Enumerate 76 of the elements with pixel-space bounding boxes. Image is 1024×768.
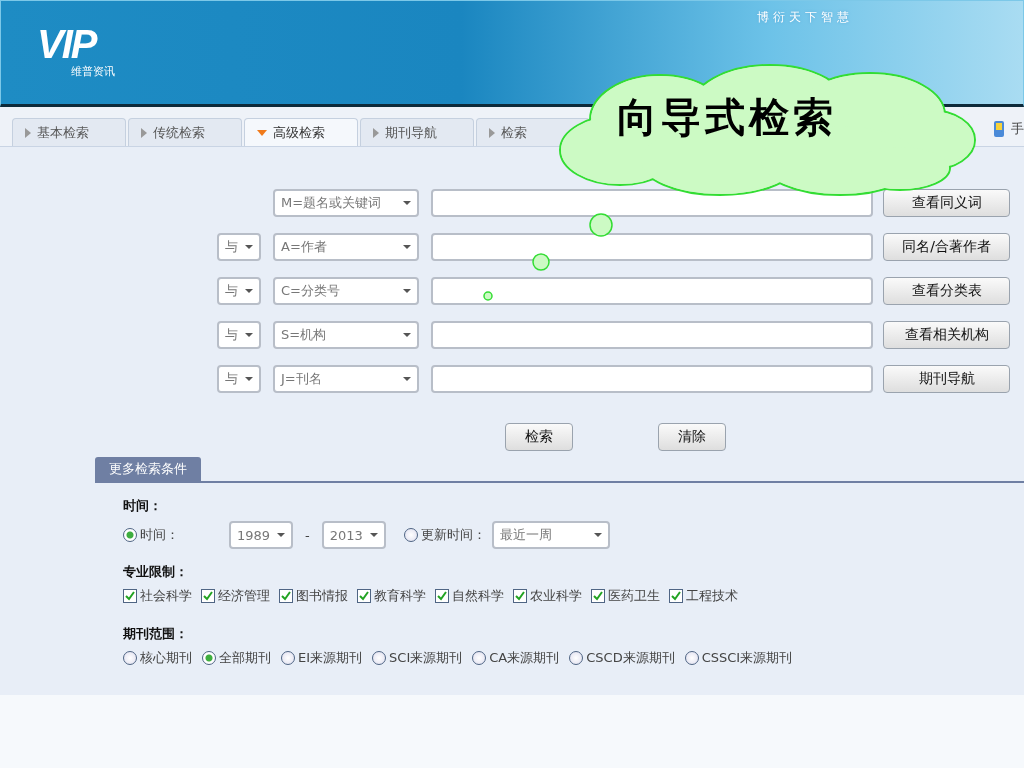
radio-button[interactable] <box>281 651 295 665</box>
lookup-button[interactable]: 同名/合著作者 <box>883 233 1010 261</box>
logo-subtitle: 维普资讯 <box>71 64 115 79</box>
radio-label: 核心期刊 <box>140 649 192 667</box>
phone-icon[interactable] <box>993 120 1005 138</box>
thought-bubble <box>483 291 493 301</box>
field-select[interactable]: A=作者 <box>273 233 419 261</box>
radio-label: 全部期刊 <box>219 649 271 667</box>
checkbox[interactable] <box>123 589 137 603</box>
period-select[interactable]: 最近一周 <box>491 521 610 549</box>
checkbox[interactable] <box>435 589 449 603</box>
year-select[interactable]: 1989 <box>229 521 293 549</box>
range-separator: - <box>305 527 310 543</box>
callout-text: 向导式检索 <box>617 92 837 142</box>
lookup-button[interactable]: 期刊导航 <box>883 365 1010 393</box>
field-select[interactable]: C=分类号 <box>273 277 419 305</box>
radio-label: SCI来源期刊 <box>389 649 463 667</box>
radio-button[interactable] <box>684 651 699 665</box>
search-input[interactable] <box>431 277 873 305</box>
nav-tab[interactable]: 高级检索 <box>244 118 358 146</box>
checkbox-label: 经济管理 <box>218 587 270 605</box>
operator-select[interactable]: 与 <box>217 277 261 305</box>
checkbox-label: 工程技术 <box>686 587 738 605</box>
operator-select[interactable]: 与 <box>217 365 261 393</box>
lookup-button[interactable]: 查看分类表 <box>883 277 1010 305</box>
field-select[interactable]: M=题名或关键词 <box>273 189 419 217</box>
checkbox[interactable] <box>279 589 293 603</box>
radio-label: 时间： <box>140 526 179 544</box>
checkbox[interactable] <box>591 589 605 603</box>
field-select[interactable]: S=机构 <box>273 321 419 349</box>
clear-button[interactable]: 清除 <box>658 423 726 451</box>
radio-button[interactable] <box>123 651 137 665</box>
checkbox[interactable] <box>201 589 215 603</box>
checkbox[interactable] <box>669 589 683 603</box>
checkbox-label: 自然科学 <box>452 587 504 605</box>
section-heading: 时间： <box>123 497 163 515</box>
lookup-button[interactable]: 查看同义词 <box>883 189 1010 217</box>
radio-label: EI来源期刊 <box>298 649 363 667</box>
lookup-button[interactable]: 查看相关机构 <box>883 321 1010 349</box>
section-heading: 期刊范围： <box>123 625 189 643</box>
radio-label: CSCD来源期刊 <box>586 649 675 667</box>
operator-select[interactable]: 与 <box>217 233 261 261</box>
operator-select[interactable]: 与 <box>217 321 261 349</box>
checkbox-label: 图书情报 <box>296 587 348 605</box>
radio-label: CSSCI来源期刊 <box>701 649 793 667</box>
checkbox-label: 教育科学 <box>374 587 426 605</box>
logo: VIP <box>37 26 96 62</box>
section-tab[interactable]: 更多检索条件 <box>95 457 201 481</box>
search-button[interactable]: 检索 <box>505 423 573 451</box>
nav-tab[interactable]: 传统检索 <box>128 118 242 146</box>
radio-button[interactable] <box>472 651 487 665</box>
checkbox-label: 农业科学 <box>530 587 582 605</box>
year-select[interactable]: 2013 <box>321 521 386 549</box>
search-input[interactable] <box>431 365 873 393</box>
nav-tab[interactable]: 基本检索 <box>12 118 126 146</box>
tab-bar-link[interactable]: 手 <box>1011 120 1024 138</box>
nav-tab[interactable]: 期刊导航 <box>360 118 474 146</box>
thought-bubble <box>589 213 613 237</box>
search-input[interactable] <box>431 321 873 349</box>
slogan: 博衍天下智慧 <box>757 9 853 26</box>
checkbox[interactable] <box>513 589 527 603</box>
checkbox-label: 社会科学 <box>140 587 192 605</box>
field-select[interactable]: J=刊名 <box>273 365 419 393</box>
radio-button[interactable] <box>202 651 216 665</box>
radio-button[interactable] <box>123 528 137 542</box>
checkbox[interactable] <box>357 589 371 603</box>
section-heading: 专业限制： <box>123 563 189 581</box>
thought-bubble <box>532 253 550 271</box>
radio-button[interactable] <box>569 651 584 665</box>
radio-button[interactable] <box>403 528 418 542</box>
radio-label: 更新时间： <box>420 526 486 544</box>
radio-button[interactable] <box>372 651 387 665</box>
checkbox-label: 医药卫生 <box>608 587 660 605</box>
search-input[interactable] <box>431 189 873 217</box>
search-input[interactable] <box>431 233 873 261</box>
radio-label: CA来源期刊 <box>489 649 560 667</box>
